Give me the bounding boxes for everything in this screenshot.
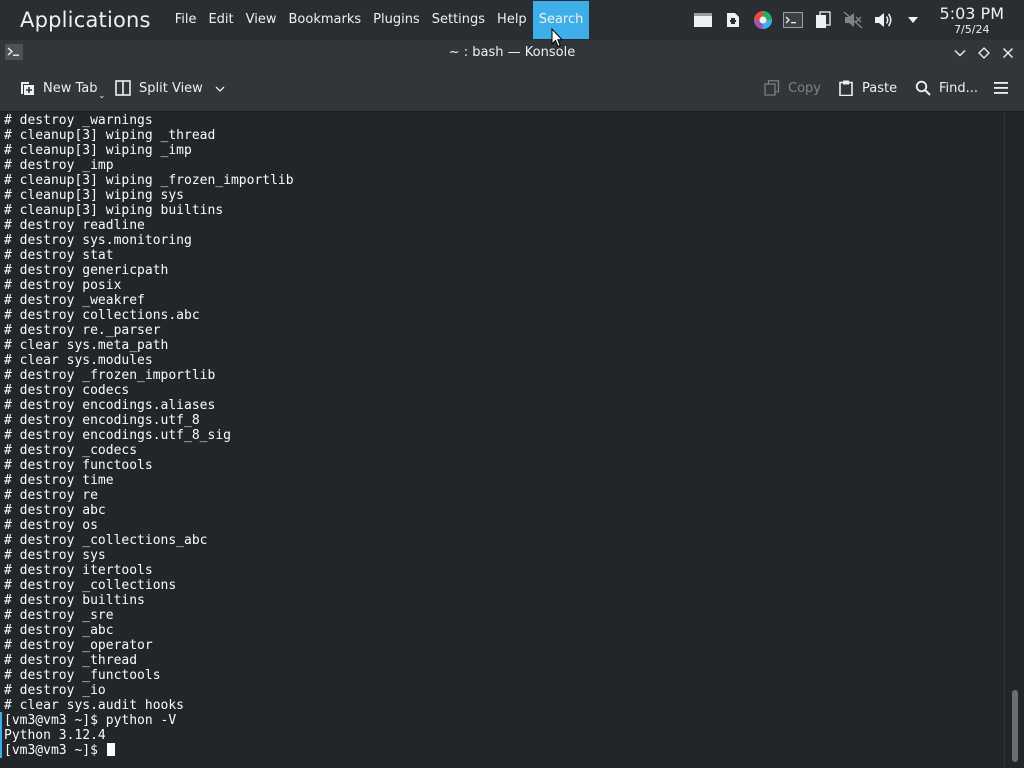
- terminal-line: # destroy sys.monitoring: [4, 233, 192, 248]
- mouse-pointer-icon: [551, 27, 564, 52]
- window-titlebar[interactable]: ~ : bash — Konsole: [0, 40, 1024, 65]
- terminal-line: # destroy readline: [4, 218, 145, 233]
- menu-view[interactable]: View: [240, 1, 283, 39]
- clipboard-icon[interactable]: [812, 9, 834, 31]
- konsole-toolbar: New Tab ⌄ Split View Copy Paste Find...: [0, 65, 1024, 112]
- terminal-output: # destroy _warnings # cleanup[3] wiping _…: [4, 113, 294, 758]
- terminal-scrollbar[interactable]: [1004, 112, 1024, 768]
- split-view-label: Split View: [139, 80, 203, 96]
- new-tab-label: New Tab: [43, 80, 98, 96]
- window-icon[interactable]: [692, 9, 714, 31]
- terminal-line: # destroy _functools: [4, 668, 161, 683]
- terminal-line: # destroy re: [4, 488, 98, 503]
- maximize-icon[interactable]: [974, 43, 994, 63]
- terminal-line: # destroy stat: [4, 248, 114, 263]
- terminal-line: # cleanup[3] wiping _thread: [4, 128, 216, 143]
- terminal-line: # destroy encodings.utf_8_sig: [4, 428, 231, 443]
- hamburger-menu-button[interactable]: [992, 76, 1017, 100]
- minimize-icon[interactable]: [950, 43, 970, 63]
- terminal-line: # destroy _operator: [4, 638, 153, 653]
- find-label: Find...: [939, 80, 979, 96]
- find-button[interactable]: Find...: [914, 76, 978, 100]
- terminal-line: # destroy _frozen_importlib: [4, 368, 216, 383]
- terminal-line: # destroy genericpath: [4, 263, 169, 278]
- terminal-line: # destroy _collections_abc: [4, 533, 208, 548]
- paste-icon: [837, 79, 855, 97]
- terminal-view[interactable]: # destroy _warnings # cleanup[3] wiping _…: [0, 112, 1004, 768]
- terminal-line: # destroy codecs: [4, 383, 130, 398]
- application-launcher[interactable]: Applications: [20, 8, 151, 32]
- copy-icon: [763, 79, 781, 97]
- menu-file[interactable]: File: [169, 1, 203, 39]
- new-tab-icon: [18, 79, 36, 97]
- close-icon[interactable]: [998, 43, 1018, 63]
- clock-date: 7/5/24: [954, 22, 990, 36]
- terminal-line: # destroy _codecs: [4, 443, 138, 458]
- terminal-line: # clear sys.meta_path: [4, 338, 169, 353]
- terminal-line: # destroy itertools: [4, 563, 153, 578]
- menu-help[interactable]: Help: [491, 1, 533, 39]
- color-wheel-icon[interactable]: [752, 9, 774, 31]
- terminal-line: [vm3@vm3 ~]$ python -V: [4, 713, 177, 728]
- terminal-line: # clear sys.audit hooks: [4, 698, 185, 713]
- terminal-line: # destroy encodings.utf_8: [4, 413, 200, 428]
- paste-label: Paste: [862, 80, 898, 96]
- terminal-line: # destroy time: [4, 473, 114, 488]
- terminal-line: # destroy _imp: [4, 158, 114, 173]
- window-title: ~ : bash — Konsole: [448, 45, 576, 60]
- paste-button[interactable]: Paste: [837, 76, 897, 100]
- terminal-line: Python 3.12.4: [4, 728, 106, 743]
- terminal-line: # destroy collections.abc: [4, 308, 200, 323]
- terminal-line: # destroy _weakref: [4, 293, 145, 308]
- terminal-icon[interactable]: [782, 9, 804, 31]
- terminal-line: # cleanup[3] wiping _frozen_importlib: [4, 173, 294, 188]
- terminal-line: # destroy re._parser: [4, 323, 161, 338]
- speaker-muted-icon[interactable]: [842, 9, 864, 31]
- text-cursor: [106, 743, 115, 756]
- top-panel: Applications File Edit View Bookmarks Pl…: [0, 0, 1024, 40]
- tray-expand-icon[interactable]: [902, 9, 924, 31]
- new-tab-button[interactable]: New Tab ⌄: [18, 76, 106, 100]
- terminal-line: # clear sys.modules: [4, 353, 153, 368]
- system-tray: 5:03 PM 7/5/24: [688, 0, 1024, 40]
- terminal-line: # destroy _sre: [4, 608, 114, 623]
- terminal-line: # destroy os: [4, 518, 98, 533]
- terminal-prompt-line[interactable]: [vm3@vm3 ~]$: [4, 743, 294, 758]
- search-icon: [914, 79, 932, 97]
- terminal-line: # destroy _warnings: [4, 113, 153, 128]
- scrollbar-thumb[interactable]: [1012, 690, 1018, 762]
- terminal-line: # destroy encodings.aliases: [4, 398, 216, 413]
- window-controls: [946, 43, 1018, 63]
- copy-label: Copy: [788, 80, 821, 96]
- menu-plugins[interactable]: Plugins: [367, 1, 426, 39]
- terminal-line: # destroy _thread: [4, 653, 138, 668]
- terminal-line: # destroy builtins: [4, 593, 145, 608]
- hamburger-menu-icon: [992, 79, 1010, 97]
- clock-time: 5:03 PM: [939, 3, 1004, 23]
- terminal-line: # destroy sys: [4, 548, 106, 563]
- file-icon[interactable]: [722, 9, 744, 31]
- terminal-line: # cleanup[3] wiping _imp: [4, 143, 192, 158]
- terminal-line: # destroy functools: [4, 458, 153, 473]
- new-tab-dropdown-icon[interactable]: ⌄: [99, 91, 106, 100]
- clock[interactable]: 5:03 PM 7/5/24: [939, 3, 1004, 36]
- shell-prompt: [vm3@vm3 ~]$: [4, 743, 106, 758]
- terminal-line: # destroy _collections: [4, 578, 177, 593]
- menu-edit[interactable]: Edit: [202, 1, 239, 39]
- split-view-dropdown-icon[interactable]: [215, 81, 225, 96]
- terminal-line: # cleanup[3] wiping sys: [4, 188, 185, 203]
- terminal-line: # cleanup[3] wiping builtins: [4, 203, 224, 218]
- menu-bookmarks[interactable]: Bookmarks: [283, 1, 368, 39]
- terminal-line: # destroy _io: [4, 683, 106, 698]
- terminal-line: # destroy posix: [4, 278, 122, 293]
- split-view-button[interactable]: Split View: [114, 76, 225, 100]
- split-view-icon: [114, 79, 132, 97]
- focus-indicator: [0, 712, 2, 758]
- terminal-line: # destroy abc: [4, 503, 106, 518]
- terminal-line: # destroy _abc: [4, 623, 114, 638]
- volume-icon[interactable]: [872, 9, 894, 31]
- copy-button[interactable]: Copy: [763, 76, 821, 100]
- menu-settings[interactable]: Settings: [426, 1, 491, 39]
